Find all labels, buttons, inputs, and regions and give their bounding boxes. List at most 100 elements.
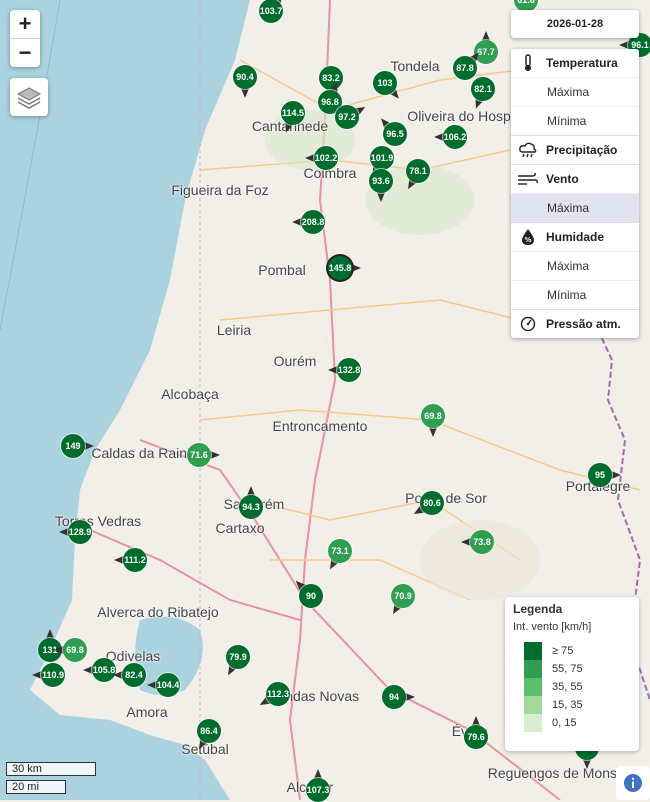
- wind-icon: [517, 172, 539, 186]
- legend-label: 0, 15: [552, 717, 577, 729]
- info-button[interactable]: [616, 766, 650, 800]
- humidity-drop-icon: %: [517, 228, 539, 246]
- layers-icon: [16, 87, 42, 109]
- place-label: Amora: [126, 704, 168, 720]
- wind-station-marker[interactable]: 69.8: [63, 638, 87, 662]
- menu-subitem[interactable]: Mínima: [511, 280, 639, 309]
- wind-station-marker[interactable]: 128.9: [68, 520, 92, 544]
- layer-menu: Temperatura Máxima Mínima Precipitação Vento…: [511, 49, 639, 338]
- wind-station-marker[interactable]: 104.4: [156, 673, 180, 697]
- wind-station-marker[interactable]: 102.2: [314, 146, 338, 170]
- wind-station-marker[interactable]: 94.3: [239, 495, 263, 519]
- menu-subitem[interactable]: Máxima: [511, 193, 639, 222]
- legend-swatch: [524, 642, 542, 660]
- legend-swatch: [524, 660, 542, 678]
- place-label: Alcobaça: [161, 386, 219, 402]
- place-label: Pombal: [258, 262, 306, 278]
- place-label: Ponte de Sor: [405, 490, 487, 506]
- wind-station-marker[interactable]: 110.9: [41, 663, 65, 687]
- place-label: Cartaxo: [215, 520, 265, 536]
- legend-title: Legenda: [513, 602, 563, 616]
- place-label: Caldas da Rainha: [91, 445, 203, 461]
- wind-station-marker[interactable]: 79.6: [464, 725, 488, 749]
- wind-station-marker[interactable]: 69.8: [421, 404, 445, 428]
- place-label: Alverca do Ribatejo: [97, 604, 219, 620]
- wind-station-marker[interactable]: 208.8: [301, 210, 325, 234]
- wind-station-marker[interactable]: 73.8: [470, 530, 494, 554]
- wind-station-marker[interactable]: 97.2: [335, 105, 359, 129]
- menu-subitem[interactable]: Máxima: [511, 77, 639, 106]
- wind-station-marker[interactable]: 94: [382, 685, 406, 709]
- zoom-in-button[interactable]: +: [10, 10, 40, 38]
- wind-station-marker[interactable]: 103: [373, 71, 397, 95]
- wind-station-marker[interactable]: 90: [299, 584, 323, 608]
- zoom-control: + −: [10, 10, 40, 67]
- legend-subtitle: Int. vento [km/h]: [513, 621, 592, 633]
- wind-station-marker[interactable]: 112.3: [266, 682, 290, 706]
- wind-station-marker[interactable]: 93.6: [369, 169, 393, 193]
- scale-mi: 20 mi: [6, 780, 66, 794]
- legend-swatch: [524, 678, 542, 696]
- menu-header-label: Humidade: [546, 230, 605, 244]
- zoom-out-button[interactable]: −: [10, 38, 40, 67]
- legend-swatch: [524, 696, 542, 714]
- thermometer-icon: [517, 54, 539, 72]
- place-label: Figueira da Foz: [171, 182, 269, 198]
- legend-row: 0, 15: [524, 714, 644, 732]
- legend-swatch: [524, 714, 542, 732]
- menu-header-precipitao[interactable]: Precipitação: [511, 135, 639, 164]
- wind-station-marker[interactable]: 149: [61, 434, 85, 458]
- menu-subitem[interactable]: Máxima: [511, 251, 639, 280]
- menu-header-vento[interactable]: Vento: [511, 164, 639, 193]
- wind-station-marker[interactable]: 111.2: [123, 548, 147, 572]
- wind-station-marker[interactable]: 106.2: [443, 125, 467, 149]
- wind-station-marker[interactable]: 86.4: [197, 719, 221, 743]
- info-icon: [624, 774, 642, 792]
- legend-label: ≥ 75: [552, 645, 574, 657]
- place-label: Leiria: [216, 322, 252, 338]
- wind-station-marker[interactable]: 78.1: [406, 159, 430, 183]
- wind-station-marker[interactable]: 73.1: [328, 539, 352, 563]
- legend-row: 35, 55: [524, 678, 644, 696]
- wind-station-marker[interactable]: 132.8: [337, 358, 361, 382]
- legend-row: ≥ 75: [524, 642, 644, 660]
- menu-header-label: Vento: [546, 172, 579, 186]
- menu-header-humidade[interactable]: % Humidade: [511, 222, 639, 251]
- legend: Legenda Int. vento [km/h] ≥ 75 55, 75 35, …: [505, 597, 639, 751]
- wind-station-marker[interactable]: 101.9: [370, 146, 394, 170]
- wind-station-marker[interactable]: 82.4: [122, 663, 146, 687]
- wind-station-marker[interactable]: 80.6: [420, 491, 444, 515]
- rain-cloud-icon: [517, 142, 539, 158]
- menu-subitem[interactable]: Mínima: [511, 106, 639, 135]
- place-label: Odivelas: [105, 648, 161, 664]
- legend-row: 15, 35: [524, 696, 644, 714]
- menu-header-label: Temperatura: [546, 56, 618, 70]
- place-label: Ourém: [273, 353, 317, 369]
- wind-station-marker[interactable]: 96.5: [383, 122, 407, 146]
- wind-station-marker[interactable]: 71.6: [187, 443, 211, 467]
- menu-header-label: Precipitação: [546, 143, 618, 157]
- place-label: Tondela: [390, 58, 440, 74]
- menu-header-label: Pressão atm.: [546, 317, 621, 331]
- svg-text:%: %: [524, 236, 531, 244]
- wind-station-marker[interactable]: 90.4: [233, 65, 257, 89]
- wind-station-marker[interactable]: 82.1: [471, 77, 495, 101]
- wind-station-marker[interactable]: 107.3: [306, 778, 330, 802]
- date-display[interactable]: 2026-01-28: [511, 10, 639, 38]
- wind-station-marker[interactable]: 103.7: [259, 0, 283, 23]
- legend-label: 55, 75: [552, 663, 583, 675]
- legend-label: 15, 35: [552, 699, 583, 711]
- layers-button[interactable]: [10, 78, 48, 116]
- wind-station-marker[interactable]: 87.8: [453, 56, 477, 80]
- wind-station-marker[interactable]: 114.5: [281, 101, 305, 125]
- legend-row: 55, 75: [524, 660, 644, 678]
- legend-label: 35, 55: [552, 681, 583, 693]
- wind-station-marker[interactable]: 79.9: [226, 645, 250, 669]
- menu-header-pressoatm[interactable]: Pressão atm.: [511, 309, 639, 338]
- wind-station-marker[interactable]: 70.9: [391, 584, 415, 608]
- menu-header-temperatura[interactable]: Temperatura: [511, 49, 639, 77]
- wind-station-marker[interactable]: 95: [588, 463, 612, 487]
- wind-station-marker[interactable]: 145.8: [328, 256, 352, 280]
- place-label: Entroncamento: [272, 418, 368, 434]
- scale-km: 30 km: [6, 762, 96, 776]
